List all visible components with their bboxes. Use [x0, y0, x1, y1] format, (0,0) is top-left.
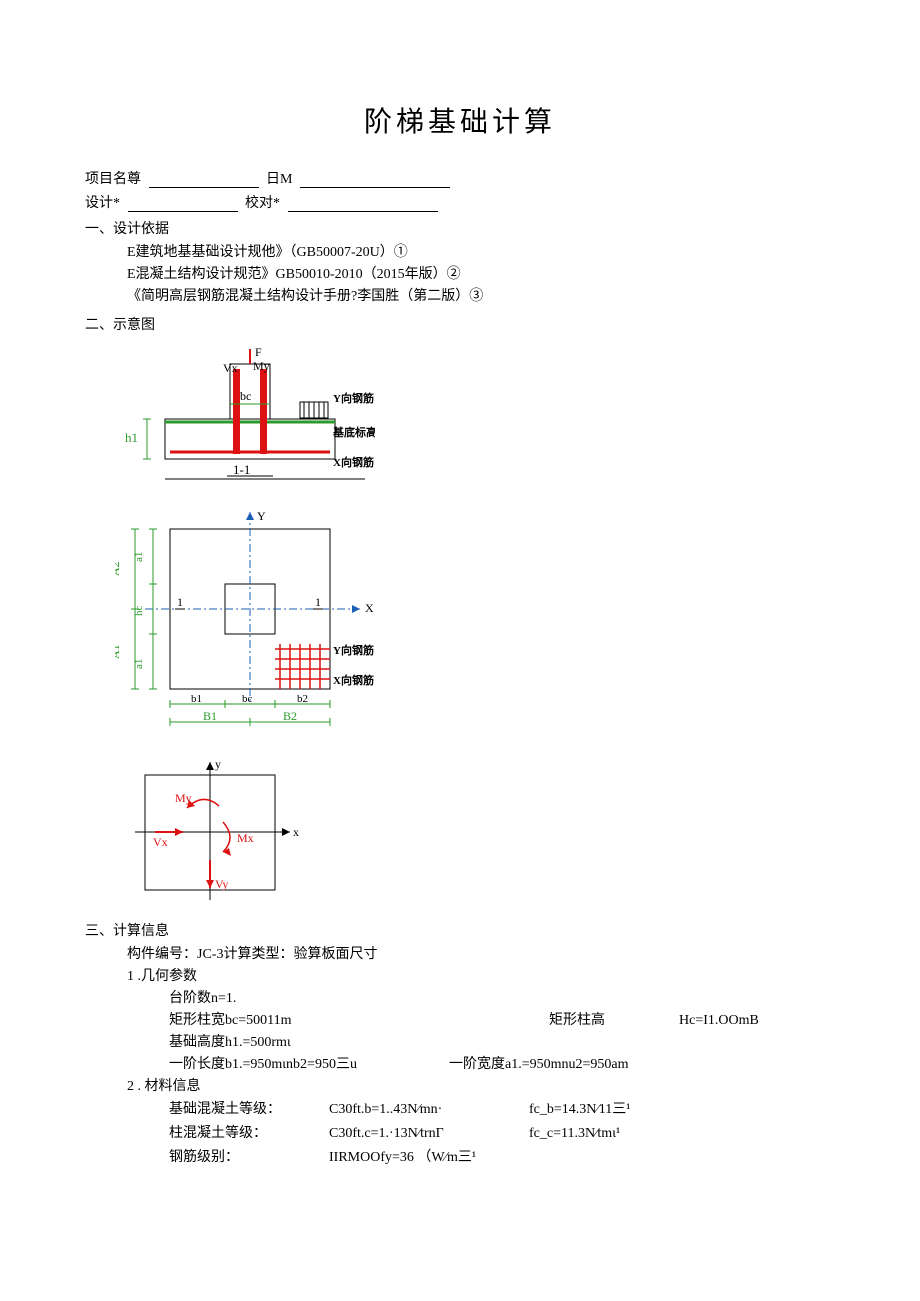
- sec1-line2: E混凝土结构设计规范》GB50010-2010（2015年版）②: [85, 264, 835, 286]
- dim-row: 一阶长度b1.=950mιnb2=950三u 一阶宽度a1.=950mnu2=9…: [85, 1054, 835, 1076]
- sec1-line3: 《简明高层钢筋混凝土结构设计手册?李国胜（第二版）③: [85, 286, 835, 308]
- sec-one-left: 1: [177, 595, 183, 609]
- diagram-plan: Y X Y向钢筋 X向钢筋 1 1 A2 A1 a1 hc a1 b1 bc b…: [115, 504, 835, 734]
- a1-dim: A1: [115, 644, 122, 659]
- b1-small: b1: [191, 693, 202, 705]
- hc-dim: hc: [133, 606, 145, 617]
- design-blank: [128, 196, 238, 212]
- base-height: 基础高度h1.=500rmι: [85, 1032, 835, 1054]
- mx-label: Mx: [237, 831, 254, 845]
- y-rebar-label: Y向钢筋: [333, 391, 374, 405]
- vx-label: Vx: [223, 361, 238, 375]
- proof-label: 校对*: [245, 196, 280, 211]
- base-conc-val1: C30ft.b=1..43N⁄mn·: [329, 1098, 529, 1122]
- y-axis2: y: [215, 757, 221, 771]
- a1-small2: a1: [133, 659, 145, 669]
- diagram-moment: y x Vx Vy My Mx: [115, 750, 835, 910]
- x-axis2: x: [293, 825, 299, 839]
- base-conc-lbl: 基础混凝土等级：: [169, 1098, 329, 1122]
- col-width-cell: 矩形柱宽bc=50011m: [169, 1010, 349, 1032]
- y-rebar2-label: Y向钢筋: [333, 643, 374, 657]
- section-3-heading: 三、计算信息: [85, 920, 835, 940]
- sec1-line1: E建筑地基基础设计规他》（GB50007-20U）①: [85, 242, 835, 264]
- section-label: 1-1: [233, 462, 250, 477]
- project-label: 项目名尊: [85, 172, 141, 187]
- rebar-val: IIRMOOfy=36 （W⁄m三¹: [329, 1146, 529, 1170]
- col-conc-val2: fc_c=11.3N⁄tmι¹: [529, 1122, 689, 1146]
- b2-small: b2: [297, 693, 308, 705]
- col-width-row: 矩形柱宽bc=50011m 矩形柱高 Hc=I1.OOmB: [85, 1010, 835, 1032]
- base-elev-label: 基底标高: [332, 425, 375, 439]
- page-title: 阶梯基础计算: [85, 100, 835, 140]
- section-elevation-svg: F Vx My bc Y向钢筋 基底标高 X向钢筋 h1 1-1: [115, 344, 375, 494]
- rebar-lbl: 钢筋级别：: [169, 1146, 329, 1170]
- x-axis-label: X: [365, 601, 374, 615]
- h1-label: h1: [125, 430, 138, 445]
- sub1-heading: 1 .几何参数: [85, 966, 835, 988]
- col-height-lbl: 矩形柱高: [549, 1010, 679, 1032]
- moment-svg: y x Vx Vy My Mx: [115, 750, 315, 910]
- header-row-1: 项目名尊 日M: [85, 168, 835, 188]
- x-rebar2-label: X向钢筋: [333, 673, 374, 687]
- sub2-heading: 2 . 材料信息: [85, 1076, 835, 1098]
- section-2-heading: 二、示意图: [85, 314, 835, 334]
- date-blank: [300, 172, 450, 188]
- component-id: 构件编号：JC-3计算类型：验算板面尺寸: [85, 944, 835, 966]
- a2-dim: A2: [115, 561, 122, 576]
- a1-small: a1: [133, 552, 145, 562]
- my-label: My: [253, 359, 270, 373]
- sec-one-right: 1: [315, 595, 321, 609]
- base-conc-val2: fc_b=14.3N⁄11三¹: [529, 1098, 689, 1122]
- header-row-2: 设计* 校对*: [85, 192, 835, 212]
- vx2-label: Vx: [153, 835, 168, 849]
- step-count: 台阶数n=1.: [85, 988, 835, 1010]
- b1-dim: B1: [203, 709, 217, 723]
- y-axis-label: Y: [257, 509, 266, 523]
- section-1-heading: 一、设计依据: [85, 218, 835, 238]
- x-rebar-label: X向钢筋: [333, 455, 374, 469]
- wid1: 一阶宽度a1.=950mnu2=950am: [449, 1054, 629, 1076]
- len1: 一阶长度b1.=950mιnb2=950三u: [169, 1054, 449, 1076]
- design-label: 设计*: [85, 196, 120, 211]
- plan-svg: Y X Y向钢筋 X向钢筋 1 1 A2 A1 a1 hc a1 b1 bc b…: [115, 504, 385, 734]
- col-conc-row: 柱混凝土等级： C30ft.c=1.·13N⁄trnΓ fc_c=11.3N⁄t…: [85, 1122, 835, 1146]
- f-label: F: [255, 345, 262, 359]
- spacer: [349, 1010, 549, 1032]
- bc-small: bc: [242, 693, 253, 705]
- date-label: 日M: [266, 172, 292, 187]
- proof-blank: [288, 196, 438, 212]
- b2-dim: B2: [283, 709, 297, 723]
- project-blank: [149, 172, 259, 188]
- rebar-row: 钢筋级别： IIRMOOfy=36 （W⁄m三¹: [85, 1146, 835, 1170]
- col-conc-val1: C30ft.c=1.·13N⁄trnΓ: [329, 1122, 529, 1146]
- base-conc-row: 基础混凝土等级： C30ft.b=1..43N⁄mn· fc_b=14.3N⁄1…: [85, 1098, 835, 1122]
- col-height-val: Hc=I1.OOmB: [679, 1010, 879, 1032]
- vy-label: Vy: [215, 877, 228, 891]
- my2-label: My: [175, 791, 192, 805]
- diagram-section-1-1: F Vx My bc Y向钢筋 基底标高 X向钢筋 h1 1-1: [115, 344, 835, 494]
- col-conc-lbl: 柱混凝土等级：: [169, 1122, 329, 1146]
- bc-label: bc: [240, 389, 251, 403]
